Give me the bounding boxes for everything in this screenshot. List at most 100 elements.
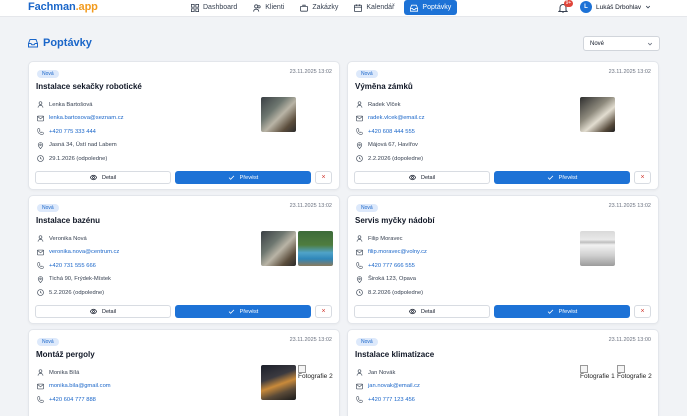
email-row: filip.moravec@volny.cz xyxy=(356,246,427,260)
request-card: Nová 23.11.2025 13:02 Servis myčky nádob… xyxy=(347,195,659,324)
convert-button[interactable]: Převést xyxy=(175,305,311,318)
phone-link[interactable]: +420 777 666 555 xyxy=(368,263,415,269)
address-text: Široká 123, Opava xyxy=(368,276,417,283)
status-filter-select[interactable]: Nové xyxy=(583,36,660,51)
phone-link[interactable]: +420 604 777 888 xyxy=(49,397,96,403)
email-link[interactable]: monika.bila@gmail.com xyxy=(49,383,111,389)
user-icon xyxy=(356,101,363,108)
broken-image-placeholder[interactable]: Fotografie 2 xyxy=(617,365,652,400)
map-pin-icon xyxy=(356,141,363,149)
chevron-down-icon xyxy=(647,42,653,45)
request-title: Servis myčky nádobí xyxy=(355,216,435,225)
photo-gallery xyxy=(580,97,615,132)
broken-image-icon xyxy=(617,365,625,373)
main-nav: Dashboard Klienti Zakázky Kalendář Poptá… xyxy=(185,0,458,17)
created-date: 23.11.2025 13:02 xyxy=(608,203,651,209)
phone-icon xyxy=(356,128,363,135)
nav-dashboard[interactable]: Dashboard xyxy=(185,0,243,15)
delete-button[interactable]: × xyxy=(634,171,651,184)
photo-gallery xyxy=(261,231,333,266)
date-row: 8.2.2026 (odpoledne) xyxy=(356,286,427,300)
delete-button[interactable]: × xyxy=(634,305,651,318)
nav-calendar[interactable]: Kalendář xyxy=(348,0,400,15)
status-filter-value: Nové xyxy=(590,40,605,47)
broken-image-placeholder[interactable]: Fotografie 2 xyxy=(298,365,333,400)
eye-icon xyxy=(89,174,97,181)
email-link[interactable]: filip.moravec@volny.cz xyxy=(368,249,427,255)
user-menu[interactable]: L Lukáš Drbohlav xyxy=(580,1,651,13)
app-logo[interactable]: Fachman.app xyxy=(28,1,98,13)
email-link[interactable]: jan.novak@email.cz xyxy=(368,383,420,389)
clock-icon xyxy=(37,155,44,163)
inbox-icon xyxy=(28,39,38,48)
mail-icon xyxy=(356,115,363,122)
close-icon: × xyxy=(640,308,645,315)
email-link[interactable]: veronika.nova@centrum.cz xyxy=(49,249,119,255)
eye-icon xyxy=(89,308,97,315)
phone-icon xyxy=(37,396,44,403)
photo-thumbnail[interactable] xyxy=(298,231,333,266)
check-icon xyxy=(228,309,234,314)
top-navbar: Fachman.app Dashboard Klienti Zakázky Ka… xyxy=(0,0,687,17)
nav-requests[interactable]: Poptávky xyxy=(404,0,458,15)
broken-image-placeholder[interactable]: Fotografie 1 xyxy=(580,365,615,400)
phone-row: +420 608 444 555 xyxy=(356,125,424,139)
delete-button[interactable]: × xyxy=(315,171,332,184)
phone-icon xyxy=(37,262,44,269)
chevron-down-icon xyxy=(646,5,651,9)
phone-link[interactable]: +420 775 333 444 xyxy=(49,129,96,135)
detail-button[interactable]: Detail xyxy=(354,171,490,184)
check-icon xyxy=(228,175,234,180)
phone-link[interactable]: +420 608 444 555 xyxy=(368,129,415,135)
request-card: Nová 23.11.2025 13:00 Instalace klimatiz… xyxy=(347,329,659,416)
phone-link[interactable]: +420 731 555 666 xyxy=(49,263,96,269)
phone-row: +420 731 555 666 xyxy=(37,259,119,273)
convert-button[interactable]: Převést xyxy=(494,305,630,318)
convert-button-label: Převést xyxy=(558,174,578,181)
nav-clients[interactable]: Klienti xyxy=(247,0,290,15)
mail-icon xyxy=(356,249,363,256)
contact-name-row: Monika Bílá xyxy=(37,366,111,380)
phone-row: +420 777 666 555 xyxy=(356,259,427,273)
photo-gallery: Fotografie 1 Fotografie 2 xyxy=(580,365,652,400)
nav-calendar-label: Kalendář xyxy=(366,4,395,11)
photo-gallery xyxy=(580,231,615,266)
email-link[interactable]: radek.vlcek@email.cz xyxy=(368,115,424,121)
contact-name-row: Jan Novák xyxy=(356,366,420,380)
phone-link[interactable]: +420 777 123 456 xyxy=(368,397,415,403)
phone-icon xyxy=(356,262,363,269)
convert-button[interactable]: Převést xyxy=(494,171,630,184)
delete-button[interactable]: × xyxy=(315,305,332,318)
request-title: Instalace klimatizace xyxy=(355,350,435,359)
clock-icon xyxy=(356,155,363,163)
contact-name: Lenka Bartošová xyxy=(49,101,93,108)
calendar-icon xyxy=(354,3,363,12)
address-text: Tichá 90, Frýdek-Místek xyxy=(49,276,111,283)
nav-jobs[interactable]: Zakázky xyxy=(294,0,344,15)
convert-button[interactable]: Převést xyxy=(175,171,311,184)
detail-button[interactable]: Detail xyxy=(354,305,490,318)
notification-badge: 9+ xyxy=(564,0,573,7)
eye-icon xyxy=(408,308,416,315)
contact-name-row: Radek Vlček xyxy=(356,98,424,112)
nav-dashboard-label: Dashboard xyxy=(203,4,238,11)
photo-thumbnail[interactable] xyxy=(261,231,296,266)
request-card: Nová 23.11.2025 13:02 Instalace bazénu V… xyxy=(28,195,340,324)
email-link[interactable]: lenka.bartosova@seznam.cz xyxy=(49,115,124,121)
mail-icon xyxy=(37,249,44,256)
detail-button[interactable]: Detail xyxy=(35,305,171,318)
created-date: 23.11.2025 13:02 xyxy=(608,69,651,75)
contact-name: Radek Vlček xyxy=(368,101,401,108)
photo-thumbnail[interactable] xyxy=(261,365,296,400)
photo-thumbnail[interactable] xyxy=(580,97,615,132)
photo-thumbnail[interactable] xyxy=(261,97,296,132)
photo-thumbnail[interactable] xyxy=(580,231,615,266)
contact-name-row: Lenka Bartošová xyxy=(37,98,124,112)
detail-button[interactable]: Detail xyxy=(35,171,171,184)
user-icon xyxy=(356,235,363,242)
contact-name: Jan Novák xyxy=(368,369,396,376)
contact-name-row: Veronika Nová xyxy=(37,232,119,246)
email-row: lenka.bartosova@seznam.cz xyxy=(37,112,124,126)
user-icon xyxy=(37,369,44,376)
user-icon xyxy=(356,369,363,376)
